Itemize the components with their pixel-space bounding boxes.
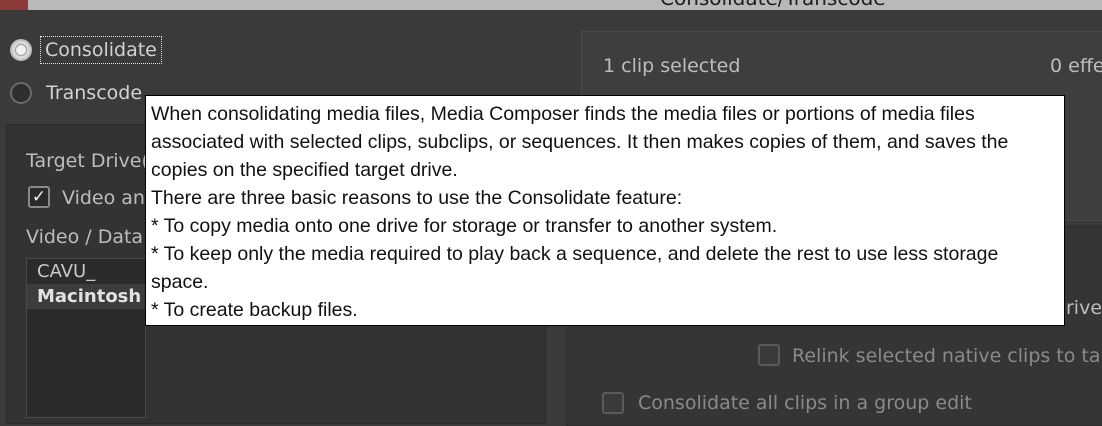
video-checkbox-label: Video an: [62, 187, 145, 209]
tooltip-line: associated with selected clips, subclips…: [151, 131, 1009, 153]
clips-selected-text: 1 clip selected: [603, 55, 741, 77]
drive-option-label: rive: [1066, 297, 1102, 319]
video-checkbox[interactable]: ✓: [28, 186, 50, 208]
consolidate-label: Consolidate: [40, 36, 162, 64]
drive-item-selected[interactable]: Macintosh: [27, 284, 145, 309]
target-drive-label: Target Drive(: [26, 150, 149, 172]
close-button[interactable]: [0, 0, 28, 10]
transcode-label: Transcode: [46, 82, 143, 104]
effects-count-text: 0 effe: [1050, 55, 1102, 77]
relink-checkbox[interactable]: [758, 344, 780, 366]
drive-list[interactable]: CAVU_ Macintosh: [26, 258, 146, 418]
window-title: Consolidate/Transcode: [660, 0, 886, 10]
transcode-radio[interactable]: [10, 82, 32, 104]
title-bar: Consolidate/Transcode: [0, 0, 1102, 10]
group-edit-label: Consolidate all clips in a group edit: [638, 392, 972, 414]
tooltip-line: When consolidating media files, Media Co…: [151, 103, 975, 125]
consolidate-option[interactable]: Consolidate: [10, 36, 162, 64]
drive-item[interactable]: CAVU_: [27, 259, 145, 284]
tooltip-line: * To keep only the media required to pla…: [151, 243, 999, 265]
video-data-label: Video / Data: [26, 226, 144, 248]
tooltip-line: space.: [151, 271, 209, 293]
consolidate-tooltip: When consolidating media files, Media Co…: [145, 95, 1065, 326]
relink-label: Relink selected native clips to targ: [792, 345, 1102, 367]
consolidate-radio[interactable]: [10, 39, 32, 61]
tooltip-line: * To create backup files.: [151, 299, 358, 321]
tooltip-line: There are three basic reasons to use the…: [151, 187, 683, 209]
group-edit-checkbox[interactable]: [602, 392, 624, 414]
tooltip-line: * To copy media onto one drive for stora…: [151, 215, 778, 237]
tooltip-line: copies on the specified target drive.: [151, 159, 458, 181]
transcode-option[interactable]: Transcode: [10, 82, 142, 104]
